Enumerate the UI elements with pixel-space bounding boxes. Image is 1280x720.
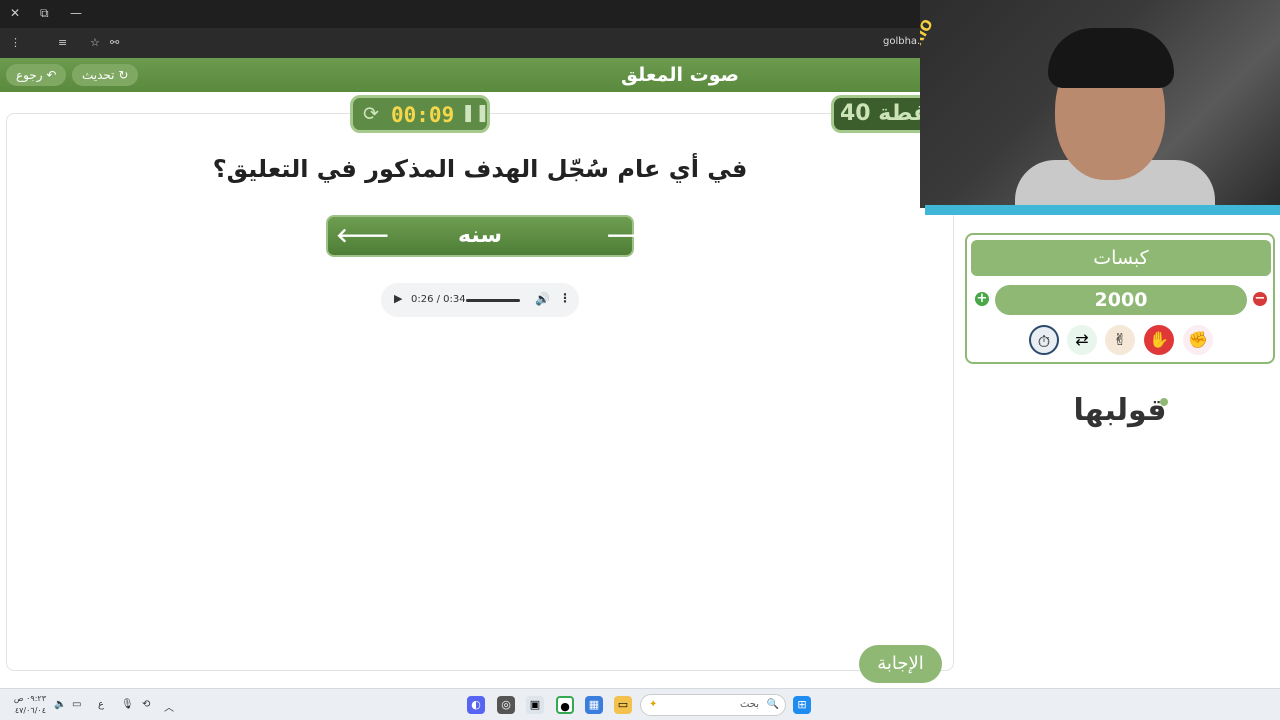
reset-icon[interactable]: ⟳	[363, 103, 379, 125]
arrow-left-icon[interactable]: 🡐	[336, 223, 390, 247]
obs-icon[interactable]: ◎	[497, 696, 515, 714]
peace-icon[interactable]: ✌	[1105, 325, 1135, 355]
mic-icon[interactable]: 🎙	[121, 699, 134, 710]
refresh-button[interactable]: تحديث ↻	[72, 64, 139, 86]
play-icon[interactable]: ▶	[394, 292, 402, 305]
sync-icon[interactable]: ⟲	[142, 699, 150, 710]
search-icon: 🔍	[766, 699, 779, 710]
webcam-overlay: RIO	[920, 0, 1280, 208]
add-points-button[interactable]: +	[975, 292, 989, 306]
sparkle-icon: ✦	[649, 699, 658, 710]
close-icon[interactable]: ✕	[10, 6, 20, 20]
audio-progress[interactable]	[466, 299, 520, 302]
search-placeholder: بحث	[739, 699, 759, 710]
capture-icon[interactable]: ▣	[526, 696, 544, 714]
team-name: كبسات	[971, 240, 1271, 276]
site-logo: قولبها	[1073, 393, 1167, 428]
clock-time: ٠٩:٢٣ ص	[13, 694, 46, 703]
subtract-points-button[interactable]: −	[1253, 292, 1267, 306]
team-panel: كبسات + 2000 − ⏱ ⇄ ✌ ✋ ✊	[965, 233, 1275, 364]
refresh-label: تحديث	[82, 68, 115, 82]
streamer-hair	[1048, 28, 1174, 88]
folder-icon[interactable]: ▭	[614, 696, 632, 714]
question-text: في أي عام سُجّل الهدف المذكور في التعليق…	[212, 155, 748, 183]
extensions-icon[interactable]: ⚯	[110, 36, 119, 49]
speaker-icon[interactable]: 🔈	[54, 699, 66, 710]
clock-date: ٤٧/٠٦/٠٤	[14, 706, 46, 715]
store-icon[interactable]: ▦	[585, 696, 603, 714]
arrow-right-icon[interactable]: 🡒	[606, 223, 660, 247]
discord-icon[interactable]: ◐	[467, 696, 485, 714]
star-icon[interactable]: ☆	[90, 36, 100, 49]
refresh-icon: ↻	[118, 68, 129, 82]
chevron-up-icon[interactable]: ︿	[164, 699, 174, 714]
points-badge: 40 نقطة	[831, 95, 923, 133]
timer-value: 00:09	[391, 103, 455, 127]
audio-player[interactable]: ▶ 0:26 / 0:34 🔊 ⋮	[381, 283, 579, 317]
language-indicator[interactable]: ع	[98, 699, 104, 710]
answer-button[interactable]: الإجابة	[859, 645, 942, 683]
logo-dot	[1160, 398, 1168, 406]
volume-icon[interactable]: 🔊	[535, 292, 550, 306]
back-label: رجوع	[16, 68, 43, 82]
question-card	[6, 113, 954, 671]
rock-icon[interactable]: ✊	[1183, 325, 1213, 355]
answer-hint: سنه	[458, 223, 502, 248]
minimize-icon[interactable]: —	[70, 6, 82, 20]
clock: ٠٩:٢٣ ص ٤٧/٠٦/٠٤	[12, 693, 46, 717]
pause-icon[interactable]: ❚❚	[461, 103, 490, 123]
audio-time: 0:26 / 0:34	[411, 294, 466, 305]
answer-hint-box: 🡐 سنه 🡒	[326, 215, 660, 257]
channel-logo: RIO	[920, 16, 937, 49]
undo-icon: ↶	[46, 68, 57, 82]
swap-icon[interactable]: ⇄	[1067, 325, 1097, 355]
timer-icon[interactable]: ⏱	[1029, 325, 1059, 355]
stop-icon[interactable]: ✋	[1144, 325, 1174, 355]
chrome-icon[interactable]: ●	[556, 696, 574, 714]
team-score: 2000	[995, 285, 1247, 315]
taskbar-search[interactable]: بحث 🔍 ✦	[640, 694, 786, 716]
back-button[interactable]: رجوع ↶	[6, 64, 67, 86]
page-title: صوت المعلق	[621, 64, 739, 86]
more-options-icon[interactable]: ⋮	[559, 291, 571, 305]
start-icon[interactable]: ⊞	[793, 696, 811, 714]
restore-icon[interactable]: ⧉	[40, 6, 49, 21]
timer: ⟳ 00:09 ❚❚	[350, 95, 490, 133]
webcam-stripe	[925, 205, 1280, 215]
network-icon[interactable]: ▭	[72, 699, 81, 710]
reading-list-icon[interactable]: ≡	[58, 36, 67, 49]
taskbar: ٠٩:٢٣ ص ٤٧/٠٦/٠٤ 🔈 ▭ ع 🎙 ⟲ ︿ ◐ ◎ ▣ ● ▦ ▭…	[0, 688, 1280, 720]
page-header: رجوع ↶ تحديث ↻ صوت المعلق	[0, 58, 920, 92]
menu-dots-icon[interactable]: ⋮	[10, 36, 21, 49]
